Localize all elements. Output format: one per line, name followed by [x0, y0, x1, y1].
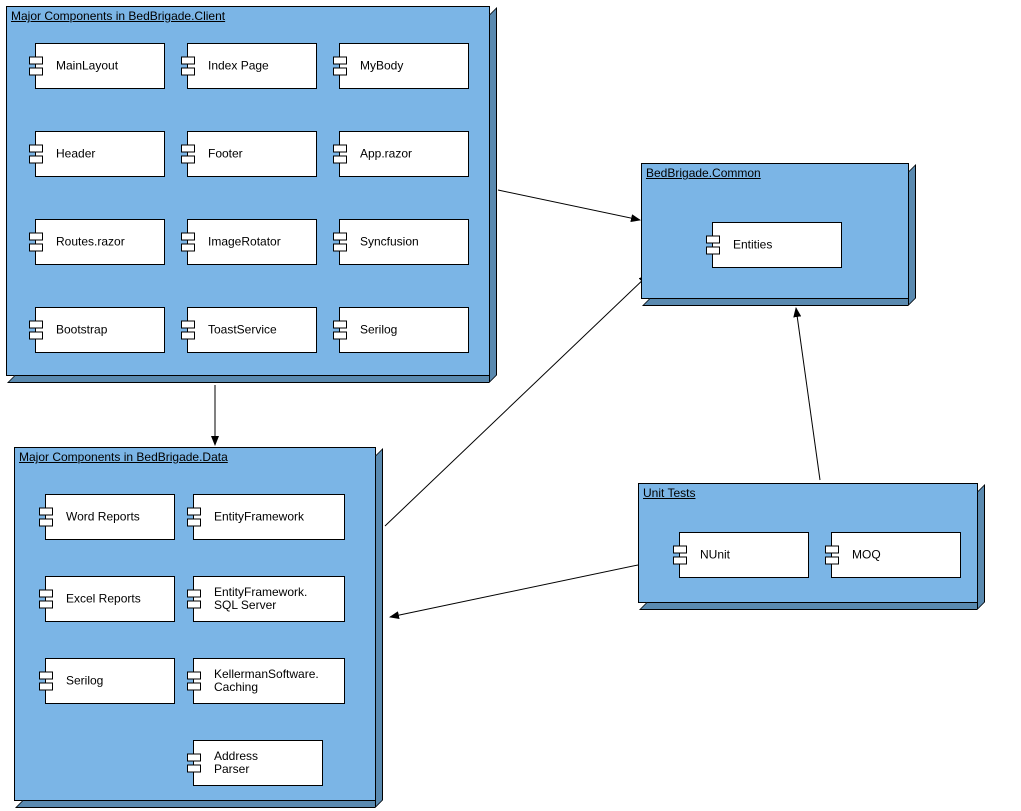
component-nunit: NUnit [679, 532, 809, 578]
component-label: Entities [733, 238, 837, 251]
container-common: BedBrigade.Common Entities [641, 163, 909, 299]
container-client-title: Major Components in BedBrigade.Client [11, 9, 225, 23]
component-label: EntityFramework. SQL Server [214, 586, 340, 612]
component-addressparser: Address Parser [193, 740, 323, 786]
component-label: NUnit [700, 548, 804, 561]
container-client: Major Components in BedBrigade.Client Ma… [6, 6, 490, 376]
component-label: ImageRotator [208, 235, 312, 248]
component-label: Bootstrap [56, 323, 160, 336]
component-label: Footer [208, 147, 312, 160]
component-label: MyBody [360, 59, 464, 72]
component-routesrazor: Routes.razor [35, 219, 165, 265]
component-label: Address Parser [214, 750, 318, 776]
component-label: KellermanSoftware. Caching [214, 668, 340, 694]
component-label: Word Reports [66, 510, 170, 523]
component-label: ToastService [208, 323, 312, 336]
component-mybody: MyBody [339, 43, 469, 89]
component-entityframework: EntityFramework [193, 494, 345, 540]
component-footer: Footer [187, 131, 317, 177]
component-toastservice: ToastService [187, 307, 317, 353]
component-label: App.razor [360, 147, 464, 160]
component-label: Index Page [208, 59, 312, 72]
component-label: Serilog [66, 674, 170, 687]
component-bootstrap: Bootstrap [35, 307, 165, 353]
container-tests: Unit Tests NUnit MOQ [638, 483, 978, 603]
component-entities: Entities [712, 222, 842, 268]
container-data-title: Major Components in BedBrigade.Data [19, 450, 228, 464]
component-label: Syncfusion [360, 235, 464, 248]
component-label: EntityFramework [214, 510, 340, 523]
component-excelreports: Excel Reports [45, 576, 175, 622]
component-wordreports: Word Reports [45, 494, 175, 540]
container-data: Major Components in BedBrigade.Data Word… [14, 447, 376, 801]
component-label: MainLayout [56, 59, 160, 72]
component-moq: MOQ [831, 532, 961, 578]
component-label: Routes.razor [56, 235, 160, 248]
component-label: Excel Reports [66, 592, 170, 605]
component-indexpage: Index Page [187, 43, 317, 89]
component-kellermancaching: KellermanSoftware. Caching [193, 658, 345, 704]
component-label: Header [56, 147, 160, 160]
component-syncfusion: Syncfusion [339, 219, 469, 265]
component-label: Serilog [360, 323, 464, 336]
component-imagerotator: ImageRotator [187, 219, 317, 265]
component-apprazor: App.razor [339, 131, 469, 177]
component-serilog-client: Serilog [339, 307, 469, 353]
component-label: MOQ [852, 548, 956, 561]
component-header: Header [35, 131, 165, 177]
component-efsqlserver: EntityFramework. SQL Server [193, 576, 345, 622]
container-tests-title: Unit Tests [643, 486, 695, 500]
component-serilog-data: Serilog [45, 658, 175, 704]
component-mainlayout: MainLayout [35, 43, 165, 89]
container-common-title: BedBrigade.Common [646, 166, 761, 180]
